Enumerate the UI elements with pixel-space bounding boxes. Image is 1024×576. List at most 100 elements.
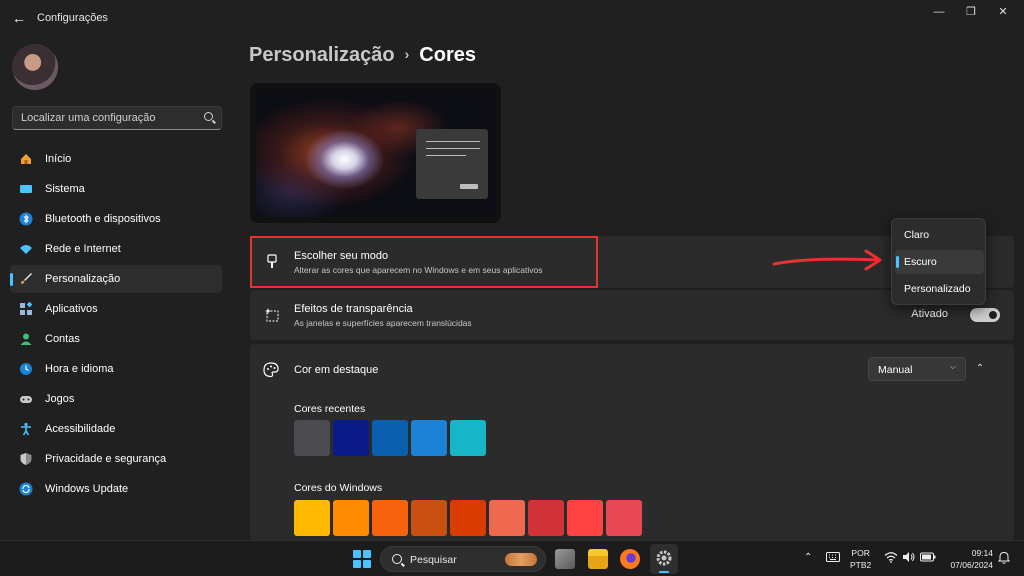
breadcrumb: Personalização › Cores bbox=[249, 44, 476, 67]
keyboard-layout: PTB2 bbox=[850, 560, 872, 570]
windows-color-swatch[interactable] bbox=[411, 500, 447, 536]
sidebar-item-label: Bluetooth e dispositivos bbox=[45, 213, 161, 225]
sidebar-item-privacidade[interactable]: Privacidade e segurança bbox=[10, 445, 222, 473]
clock-time: 09:14 bbox=[971, 548, 993, 558]
gear-icon bbox=[655, 549, 673, 572]
theme-preview bbox=[250, 83, 501, 223]
sidebar-item-aplicativos[interactable]: Aplicativos bbox=[10, 295, 222, 323]
sidebar-item-label: Privacidade e segurança bbox=[45, 453, 167, 465]
windows-start-icon[interactable] bbox=[353, 550, 371, 568]
sidebar-item-label: Personalização bbox=[45, 273, 121, 285]
windows-color-swatch[interactable] bbox=[294, 500, 330, 536]
option-label: Personalizado bbox=[904, 283, 971, 295]
page-title: Cores bbox=[419, 44, 476, 66]
windows-color-swatch[interactable] bbox=[567, 500, 603, 536]
sidebar-item-bluetooth[interactable]: Bluetooth e dispositivos bbox=[10, 205, 222, 233]
mode-dropdown-flyout: Claro Escuro Personalizado bbox=[891, 218, 986, 305]
windows-color-swatch[interactable] bbox=[450, 500, 486, 536]
palette-icon bbox=[262, 361, 279, 378]
settings-taskbar-app[interactable] bbox=[650, 544, 678, 574]
battery-icon[interactable] bbox=[920, 552, 936, 565]
recent-color-swatch[interactable] bbox=[294, 420, 330, 456]
mode-option-claro[interactable]: Claro bbox=[895, 223, 984, 247]
recent-color-swatch[interactable] bbox=[450, 420, 486, 456]
notification-bell-icon[interactable] bbox=[997, 551, 1011, 567]
title-bar: ← Configurações — ❐ ✕ bbox=[0, 0, 1024, 36]
sidebar-item-jogos[interactable]: Jogos bbox=[10, 385, 222, 413]
sidebar-item-label: Início bbox=[45, 153, 72, 165]
sidebar-item-label: Acessibilidade bbox=[45, 423, 116, 435]
taskbar: Pesquisar ⌃ POR PTB2 09:14 07/06/2024 bbox=[0, 540, 1024, 576]
volume-icon[interactable] bbox=[902, 551, 916, 566]
avatar[interactable] bbox=[12, 44, 58, 90]
taskbar-search[interactable]: Pesquisar bbox=[380, 546, 546, 572]
accent-title: Cor em destaque bbox=[294, 364, 379, 376]
apps-icon bbox=[19, 301, 33, 316]
mode-option-escuro[interactable]: Escuro bbox=[895, 250, 984, 274]
app-title: Configurações bbox=[37, 12, 108, 24]
red-arrow-annotation bbox=[772, 249, 882, 271]
back-button[interactable]: ← bbox=[10, 9, 28, 27]
transparency-title: Efeitos de transparência bbox=[294, 303, 413, 315]
sidebar-item-acessibilidade[interactable]: Acessibilidade bbox=[10, 415, 222, 443]
keyboard-icon[interactable] bbox=[826, 551, 840, 566]
sidebar-item-personalizacao[interactable]: Personalização bbox=[10, 265, 222, 293]
chevron-up-icon[interactable]: ⌃ bbox=[972, 361, 988, 377]
highlight-annotation-box bbox=[250, 236, 598, 288]
shield-icon bbox=[19, 452, 33, 466]
accessibility-icon bbox=[19, 422, 33, 436]
recent-color-swatch[interactable] bbox=[411, 420, 447, 456]
sidebar-item-hora-idioma[interactable]: Hora e idioma bbox=[10, 355, 222, 383]
settings-search-input[interactable]: Localizar uma configuração bbox=[12, 106, 222, 130]
windows-color-swatch[interactable] bbox=[372, 500, 408, 536]
recent-colors-label: Cores recentes bbox=[294, 403, 366, 415]
chevron-right-icon: › bbox=[404, 46, 410, 62]
recent-color-swatch[interactable] bbox=[372, 420, 408, 456]
accent-mode-dropdown[interactable]: Manual ⌵ bbox=[868, 357, 966, 381]
breadcrumb-parent[interactable]: Personalização bbox=[249, 44, 395, 66]
windows-color-swatch[interactable] bbox=[528, 500, 564, 536]
maximize-button[interactable]: ❐ bbox=[956, 4, 986, 20]
sidebar-item-label: Rede e Internet bbox=[45, 243, 121, 255]
windows-color-swatch[interactable] bbox=[606, 500, 642, 536]
task-view-icon[interactable] bbox=[555, 549, 575, 569]
windows-color-swatch[interactable] bbox=[333, 500, 369, 536]
input-language-indicator[interactable]: POR PTB2 bbox=[850, 547, 871, 571]
clock-date: 07/06/2024 bbox=[950, 560, 993, 570]
sidebar-item-label: Contas bbox=[45, 333, 80, 345]
windows-color-swatch[interactable] bbox=[489, 500, 525, 536]
accent-color-section: Cor em destaque Manual ⌵ ⌃ Cores recente… bbox=[250, 344, 1014, 540]
transparency-state-label: Ativado bbox=[911, 308, 948, 320]
search-icon bbox=[204, 112, 213, 121]
windows-colors-label: Cores do Windows bbox=[294, 482, 383, 494]
transparency-toggle[interactable] bbox=[970, 308, 1000, 322]
mode-option-personalizado[interactable]: Personalizado bbox=[895, 277, 984, 301]
chevron-down-icon: ⌵ bbox=[949, 362, 956, 371]
recent-color-swatch[interactable] bbox=[333, 420, 369, 456]
taskbar-search-placeholder: Pesquisar bbox=[410, 554, 457, 566]
wifi-icon[interactable] bbox=[884, 551, 898, 566]
gamepad-icon bbox=[19, 392, 33, 406]
brush-icon bbox=[19, 272, 33, 286]
option-label: Claro bbox=[904, 229, 930, 241]
chevron-up-tray-icon[interactable]: ⌃ bbox=[804, 552, 812, 563]
sidebar-item-sistema[interactable]: Sistema bbox=[10, 175, 222, 203]
option-label: Escuro bbox=[904, 256, 937, 268]
close-button[interactable]: ✕ bbox=[988, 4, 1018, 20]
sidebar-item-windows-update[interactable]: Windows Update bbox=[10, 475, 222, 503]
file-explorer-icon[interactable] bbox=[588, 549, 608, 569]
clock-globe-icon bbox=[19, 362, 33, 376]
bluetooth-icon bbox=[19, 212, 33, 226]
system-icon bbox=[19, 182, 33, 196]
sidebar-item-contas[interactable]: Contas bbox=[10, 325, 222, 353]
clock[interactable]: 09:14 07/06/2024 bbox=[945, 547, 993, 571]
firefox-icon[interactable] bbox=[620, 549, 640, 569]
accent-mode-value: Manual bbox=[878, 364, 913, 376]
windows-colors-row bbox=[294, 500, 642, 536]
minimize-button[interactable]: — bbox=[924, 4, 954, 20]
lang-code: POR bbox=[851, 548, 870, 558]
transparency-sparkle-icon bbox=[264, 307, 280, 323]
sidebar-item-inicio[interactable]: Início bbox=[10, 145, 222, 173]
search-highlight-icon bbox=[505, 553, 537, 566]
sidebar-item-rede[interactable]: Rede e Internet bbox=[10, 235, 222, 263]
